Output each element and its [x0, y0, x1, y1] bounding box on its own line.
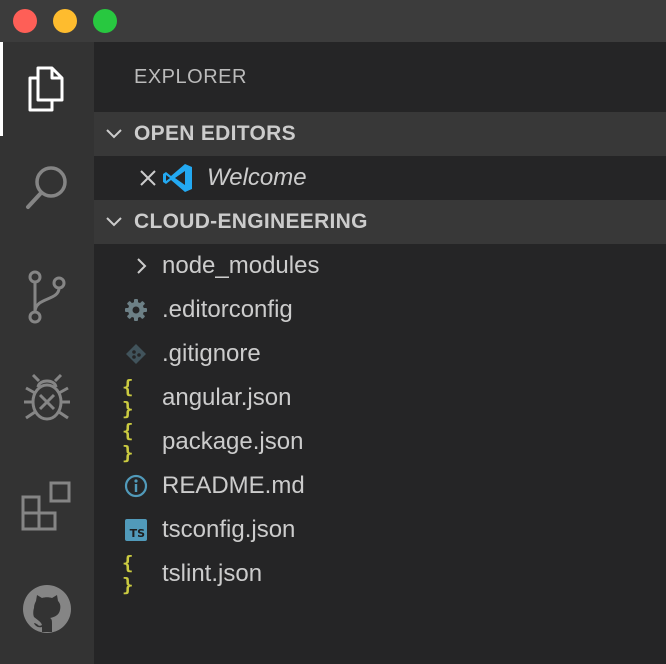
tree-item-node-modules[interactable]: node_modules — [94, 244, 666, 288]
activity-github[interactable] — [0, 562, 94, 656]
chevron-right-icon — [128, 252, 156, 280]
tree-item-label: package.json — [162, 428, 304, 455]
tree-item-label: tslint.json — [162, 560, 263, 587]
tree-item-tslint-json[interactable]: { } tslint.json — [94, 552, 666, 596]
activity-search[interactable] — [0, 140, 94, 234]
tree-item-gitignore[interactable]: .gitignore — [94, 332, 666, 376]
activity-explorer[interactable] — [0, 42, 94, 136]
extensions-icon — [21, 481, 71, 531]
activity-source-control[interactable] — [0, 250, 94, 344]
activity-bar — [0, 42, 94, 664]
search-icon — [26, 166, 67, 209]
window-close-button[interactable] — [13, 9, 37, 33]
tree-item-editorconfig[interactable]: .editorconfig — [94, 288, 666, 332]
window-maximize-button[interactable] — [93, 9, 117, 33]
json-icon: { } — [122, 552, 133, 596]
typescript-badge: TS — [125, 519, 147, 541]
open-editors-header[interactable]: OPEN EDITORS — [94, 112, 666, 156]
git-icon — [122, 340, 150, 368]
tree-item-tsconfig[interactable]: TS tsconfig.json — [94, 508, 666, 552]
open-editor-item[interactable]: Welcome — [94, 156, 666, 200]
tree-item-label: node_modules — [162, 252, 320, 279]
close-icon[interactable] — [134, 164, 162, 192]
chevron-down-icon — [94, 128, 134, 140]
tree-item-label: tsconfig.json — [162, 516, 296, 543]
vscode-logo-icon — [162, 162, 194, 194]
json-icon: { } — [122, 420, 133, 464]
open-editors-label: OPEN EDITORS — [134, 122, 296, 145]
tree-item-angular-json[interactable]: { } angular.json — [94, 376, 666, 420]
tree-item-readme[interactable]: README.md — [94, 464, 666, 508]
files-icon — [28, 66, 64, 112]
gear-icon — [122, 296, 150, 324]
tree-item-label: angular.json — [162, 384, 292, 411]
tree-item-label: README.md — [162, 472, 305, 499]
activity-debug[interactable] — [0, 352, 94, 446]
source-control-icon — [28, 270, 66, 324]
info-icon — [122, 472, 150, 500]
activity-extensions[interactable] — [0, 460, 94, 554]
typescript-icon: TS — [122, 516, 150, 544]
tree-item-label: .editorconfig — [162, 296, 293, 323]
project-label: CLOUD-ENGINEERING — [134, 210, 368, 233]
window-minimize-button[interactable] — [53, 9, 77, 33]
project-header[interactable]: CLOUD-ENGINEERING — [94, 200, 666, 244]
tree-item-label: .gitignore — [162, 340, 261, 367]
title-bar — [0, 0, 666, 42]
open-editor-label: Welcome — [207, 164, 307, 191]
debug-icon — [24, 373, 70, 421]
explorer-title: EXPLORER — [134, 66, 247, 88]
tree-item-package-json[interactable]: { } package.json — [94, 420, 666, 464]
github-icon — [23, 585, 71, 633]
chevron-down-icon — [94, 216, 134, 228]
explorer-panel: EXPLORER OPEN EDITORS Welcome CLOUD-ENGI… — [94, 42, 666, 664]
json-icon: { } — [122, 376, 133, 420]
